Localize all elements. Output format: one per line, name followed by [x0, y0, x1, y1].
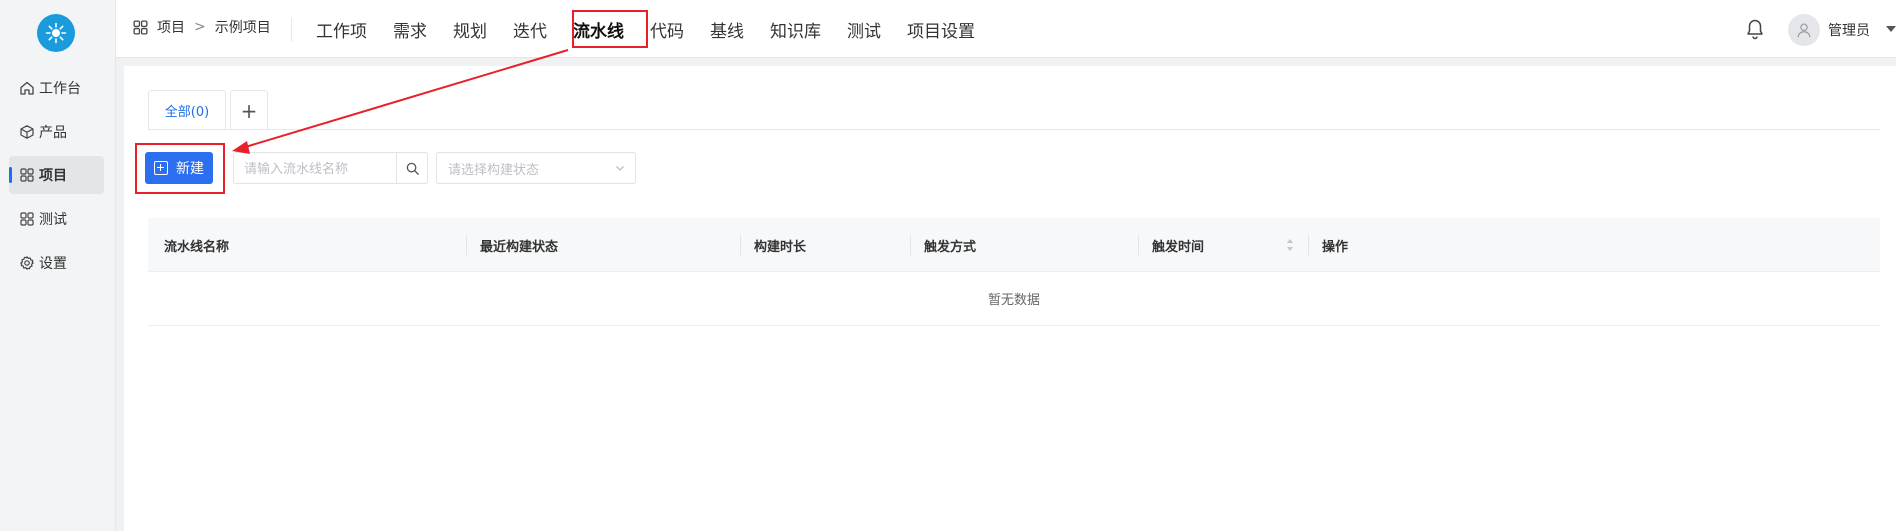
tab-pipeline[interactable]: 流水线	[573, 17, 624, 42]
tab-workitems[interactable]: 工作项	[316, 17, 367, 42]
search-button[interactable]	[396, 152, 428, 184]
tab-knowledge-base[interactable]: 知识库	[770, 17, 821, 42]
sidebar-item-label: 设置	[39, 256, 67, 272]
col-trigger-method: 触发方式	[924, 239, 977, 255]
column-divider	[1138, 235, 1139, 255]
sidebar-item-project[interactable]: 项目	[9, 156, 104, 194]
grid-icon	[19, 167, 35, 183]
column-divider	[1308, 235, 1309, 255]
cube-icon	[19, 124, 35, 140]
user-name[interactable]: 管理员	[1828, 20, 1870, 40]
breadcrumb-current: 示例项目	[214, 20, 271, 36]
status-select-placeholder: 请选择构建状态	[448, 162, 540, 178]
sidebar-item-product[interactable]: 产品	[9, 113, 104, 151]
new-button-label: 新建	[176, 161, 204, 177]
add-tab-button[interactable]: +	[230, 90, 268, 130]
column-divider	[466, 235, 467, 255]
breadcrumb-root[interactable]: 项目	[157, 17, 185, 37]
col-trigger-time[interactable]: 触发时间	[1152, 218, 1204, 272]
tab-iterations[interactable]: 迭代	[513, 17, 547, 42]
tab-planning[interactable]: 规划	[453, 17, 487, 42]
bell-icon[interactable]	[1745, 18, 1765, 40]
col-last-build-status: 最近构建状态	[480, 239, 559, 255]
sidebar-item-settings[interactable]: 设置	[9, 244, 104, 282]
caret-down-icon[interactable]	[1886, 26, 1896, 32]
tab-test[interactable]: 测试	[847, 17, 881, 42]
app-logo[interactable]	[37, 14, 75, 52]
sort-icon[interactable]	[1286, 238, 1294, 252]
header-divider	[291, 18, 292, 42]
empty-state: 暂无数据	[148, 272, 1880, 326]
column-divider	[740, 235, 741, 255]
pipeline-search-input[interactable]	[233, 152, 397, 184]
tab-requirements[interactable]: 需求	[393, 17, 427, 42]
logo-icon	[45, 22, 67, 44]
chevron-down-icon	[616, 166, 624, 171]
sidebar-item-test[interactable]: 测试	[9, 200, 104, 238]
home-icon	[19, 80, 35, 96]
new-pipeline-button[interactable]: 新建	[145, 152, 213, 184]
tab-project-settings[interactable]: 项目设置	[907, 17, 975, 42]
tabs-divider	[148, 129, 1880, 130]
project-tabs: 工作项 需求 规划 迭代 流水线 代码 基线 知识库 测试 项目设置	[316, 0, 1001, 58]
breadcrumb-separator: >	[194, 19, 206, 35]
search-icon	[406, 162, 419, 175]
tab-baseline[interactable]: 基线	[710, 17, 744, 42]
main-panel: 全部(0) + 新建 请选择构建状态 流水线名称 最近构建状态 构建时长 触发方…	[124, 66, 1896, 531]
column-divider	[910, 235, 911, 255]
sidebar-item-label: 产品	[39, 125, 67, 141]
breadcrumb: 项目 > 示例项目	[132, 17, 271, 37]
grid-icon	[132, 19, 149, 36]
tab-all-pipelines[interactable]: 全部(0)	[148, 90, 226, 130]
sidebar: 工作台 产品 项目 测试 设置	[0, 0, 116, 531]
sidebar-item-label: 工作台	[39, 81, 81, 97]
sidebar-item-workbench[interactable]: 工作台	[9, 69, 104, 107]
build-status-select[interactable]: 请选择构建状态	[436, 152, 636, 184]
top-header: 项目 > 示例项目 工作项 需求 规划 迭代 流水线 代码 基线 知识库 测试 …	[116, 0, 1896, 58]
user-icon	[1797, 23, 1811, 38]
table-header: 流水线名称 最近构建状态 构建时长 触发方式 触发时间 操作	[148, 218, 1880, 272]
plus-square-icon	[154, 161, 168, 175]
col-actions: 操作	[1322, 239, 1349, 255]
sidebar-item-label: 测试	[39, 212, 67, 228]
col-build-duration: 构建时长	[754, 239, 807, 255]
avatar[interactable]	[1788, 14, 1820, 46]
tab-code[interactable]: 代码	[650, 17, 684, 42]
gear-icon	[19, 255, 35, 271]
grid-icon	[19, 211, 35, 227]
sidebar-item-label: 项目	[39, 168, 67, 184]
col-pipeline-name: 流水线名称	[164, 239, 230, 255]
